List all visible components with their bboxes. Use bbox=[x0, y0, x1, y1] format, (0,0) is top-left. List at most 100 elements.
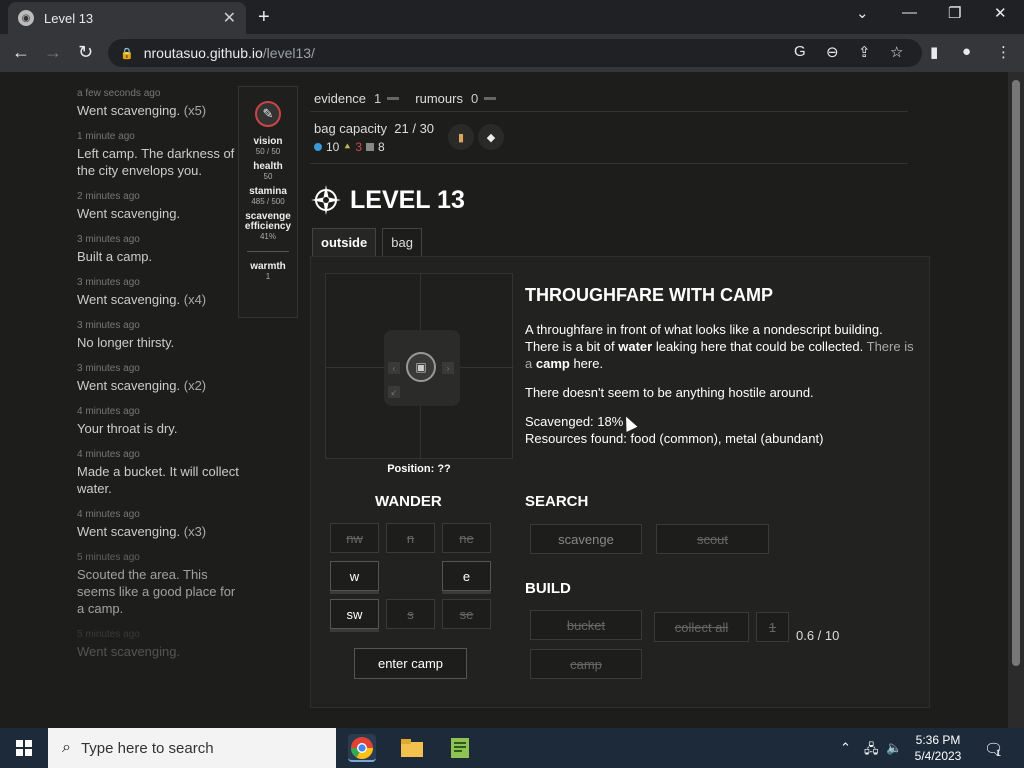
tray-chevron-icon[interactable]: ⌃ bbox=[840, 740, 851, 756]
hostility-text: There doesn't seem to be anything hostil… bbox=[525, 385, 814, 400]
bag-capacity-sep: / bbox=[412, 121, 416, 136]
build-title: BUILD bbox=[525, 580, 571, 597]
browser-tab[interactable]: ◉ Level 13 ✕ bbox=[8, 2, 246, 34]
reload-icon[interactable]: ↻ bbox=[78, 42, 93, 63]
clock-time: 5:36 PM bbox=[915, 733, 961, 747]
log-entry: 4 minutes ago Made a bucket. It will coll… bbox=[77, 449, 239, 497]
water-icon bbox=[314, 143, 322, 151]
profile-icon[interactable]: ● bbox=[962, 43, 971, 60]
log-message-text: Built a camp. bbox=[77, 249, 153, 264]
search-title: SEARCH bbox=[525, 493, 589, 510]
log-count: (x3) bbox=[183, 524, 207, 539]
minimize-icon[interactable]: — bbox=[902, 4, 917, 21]
page-scrollbar[interactable] bbox=[1008, 72, 1024, 728]
evidence-value: 1 bbox=[374, 91, 382, 106]
bag-item-bucket-icon[interactable]: ◆ bbox=[478, 124, 504, 150]
log-message-text: Went scavenging. bbox=[77, 206, 181, 221]
log-message-text: Went scavenging. bbox=[77, 644, 181, 659]
taskbar-clock[interactable]: 5:36 PM 5/4/2023 bbox=[906, 732, 970, 764]
evidence-label: evidence bbox=[314, 91, 367, 106]
window-close-icon[interactable]: ✕ bbox=[994, 4, 1007, 22]
game-page: a few seconds ago Went scavenging. (x5) 1 … bbox=[0, 72, 1008, 728]
evidence-bar-icon bbox=[387, 97, 400, 100]
move-n-button[interactable]: n bbox=[386, 523, 435, 553]
google-icon[interactable]: G bbox=[794, 43, 806, 60]
collect-one-button[interactable]: 1 bbox=[756, 612, 789, 642]
collect-all-button[interactable]: collect all bbox=[654, 612, 749, 642]
location-description: A throughfare in front of what looks lik… bbox=[525, 321, 915, 447]
restore-icon[interactable]: ❐ bbox=[948, 4, 961, 22]
metal-icon bbox=[366, 143, 375, 151]
move-e-button[interactable]: e bbox=[442, 561, 491, 591]
move-se-button[interactable]: se bbox=[442, 599, 491, 629]
scout-button[interactable]: scout bbox=[656, 524, 769, 554]
compass-icon bbox=[311, 185, 341, 215]
tab-outside[interactable]: outside bbox=[312, 228, 377, 256]
log-message: Your throat is dry. bbox=[77, 420, 239, 437]
log-message: Left camp. The darkness of the city enve… bbox=[77, 145, 239, 179]
minimap[interactable]: ‹ › ↙ ▣ bbox=[325, 273, 514, 460]
rumours-label: rumours bbox=[415, 91, 463, 106]
forward-icon[interactable]: → bbox=[44, 42, 62, 63]
windows-start-icon[interactable] bbox=[16, 740, 32, 756]
side-panel-icon[interactable]: ▮ bbox=[930, 43, 938, 61]
log-entry: 3 minutes ago No longer thirsty. bbox=[77, 320, 239, 351]
log-time: 1 minute ago bbox=[77, 131, 135, 142]
log-message: Went scavenging. (x2) bbox=[77, 377, 239, 394]
url-text: nroutasuo.github.io/level13/ bbox=[143, 45, 315, 61]
stamina-label: stamina bbox=[249, 186, 287, 197]
tab-search-icon[interactable]: ⌄ bbox=[856, 4, 869, 22]
file-explorer-icon[interactable] bbox=[398, 734, 426, 762]
zoom-icon[interactable]: ⊖ bbox=[826, 43, 839, 61]
stats-divider bbox=[247, 251, 289, 252]
build-camp-button[interactable]: camp bbox=[530, 649, 642, 679]
move-nw-button[interactable]: nw bbox=[330, 523, 379, 553]
log-entry: 5 minutes ago Scouted the area. This seem… bbox=[77, 552, 239, 617]
menu-icon[interactable]: ⋮ bbox=[996, 43, 1011, 61]
back-icon[interactable]: ← bbox=[12, 42, 30, 63]
volume-icon[interactable]: 🔈 bbox=[886, 740, 902, 756]
bag-item-map-icon[interactable]: ▮ bbox=[448, 124, 474, 150]
log-message-text: Your throat is dry. bbox=[77, 421, 178, 436]
tab-bag[interactable]: bag bbox=[382, 228, 422, 256]
build-bucket-button[interactable]: bucket bbox=[530, 610, 642, 640]
log-time: 5 minutes ago bbox=[77, 552, 140, 563]
log-entry: 3 minutes ago Went scavenging. (x4) bbox=[77, 277, 239, 308]
log-message-text: Made a bucket. It will collect water. bbox=[77, 464, 239, 496]
current-location-icon: ▣ bbox=[406, 352, 436, 382]
move-sw-button[interactable]: sw bbox=[330, 599, 379, 629]
scavenge-button[interactable]: scavenge bbox=[530, 524, 642, 554]
log-entry: 4 minutes ago Your throat is dry. bbox=[77, 406, 239, 437]
scrollbar-thumb[interactable] bbox=[1012, 80, 1020, 666]
water-count: 10 bbox=[326, 140, 340, 154]
log-count: (x4) bbox=[183, 292, 207, 307]
log-entry: a few seconds ago Went scavenging. (x5) bbox=[77, 88, 239, 119]
bookmark-star-icon[interactable]: ☆ bbox=[890, 43, 903, 61]
log-message: Went scavenging. bbox=[77, 643, 239, 660]
move-s-button[interactable]: s bbox=[386, 599, 435, 629]
log-time: 4 minutes ago bbox=[77, 509, 140, 520]
log-entry: 5 minutes ago Went scavenging. bbox=[77, 629, 239, 660]
taskbar-search[interactable]: ⌕ Type here to search bbox=[48, 728, 336, 768]
tab-close-icon[interactable]: ✕ bbox=[223, 8, 236, 28]
warmth-label: warmth bbox=[250, 261, 286, 272]
chrome-taskbar-icon[interactable] bbox=[348, 734, 376, 762]
perk-badge-icon[interactable]: ✎ bbox=[255, 101, 281, 127]
rumours-value: 0 bbox=[470, 91, 479, 106]
water-collector-progress: 0.6 / 10 bbox=[796, 628, 840, 643]
notepad-icon[interactable] bbox=[446, 734, 474, 762]
scavenge-efficiency-value: 41% bbox=[259, 232, 276, 241]
enter-camp-button[interactable]: enter camp bbox=[354, 648, 467, 679]
share-icon[interactable]: ⇪ bbox=[858, 43, 871, 61]
vision-value: 50 / 50 bbox=[255, 147, 281, 156]
network-icon[interactable]: 🖧 bbox=[864, 740, 879, 762]
move-ne-button[interactable]: ne bbox=[442, 523, 491, 553]
new-tab-icon[interactable]: + bbox=[258, 6, 270, 29]
log-time: 3 minutes ago bbox=[77, 277, 140, 288]
log-count: (x2) bbox=[183, 378, 207, 393]
log-time: 3 minutes ago bbox=[77, 320, 140, 331]
log-message-text: Went scavenging. bbox=[77, 524, 181, 539]
move-w-button[interactable]: w bbox=[330, 561, 379, 591]
wander-title: WANDER bbox=[375, 493, 442, 510]
rumours-bar-icon bbox=[484, 97, 497, 100]
